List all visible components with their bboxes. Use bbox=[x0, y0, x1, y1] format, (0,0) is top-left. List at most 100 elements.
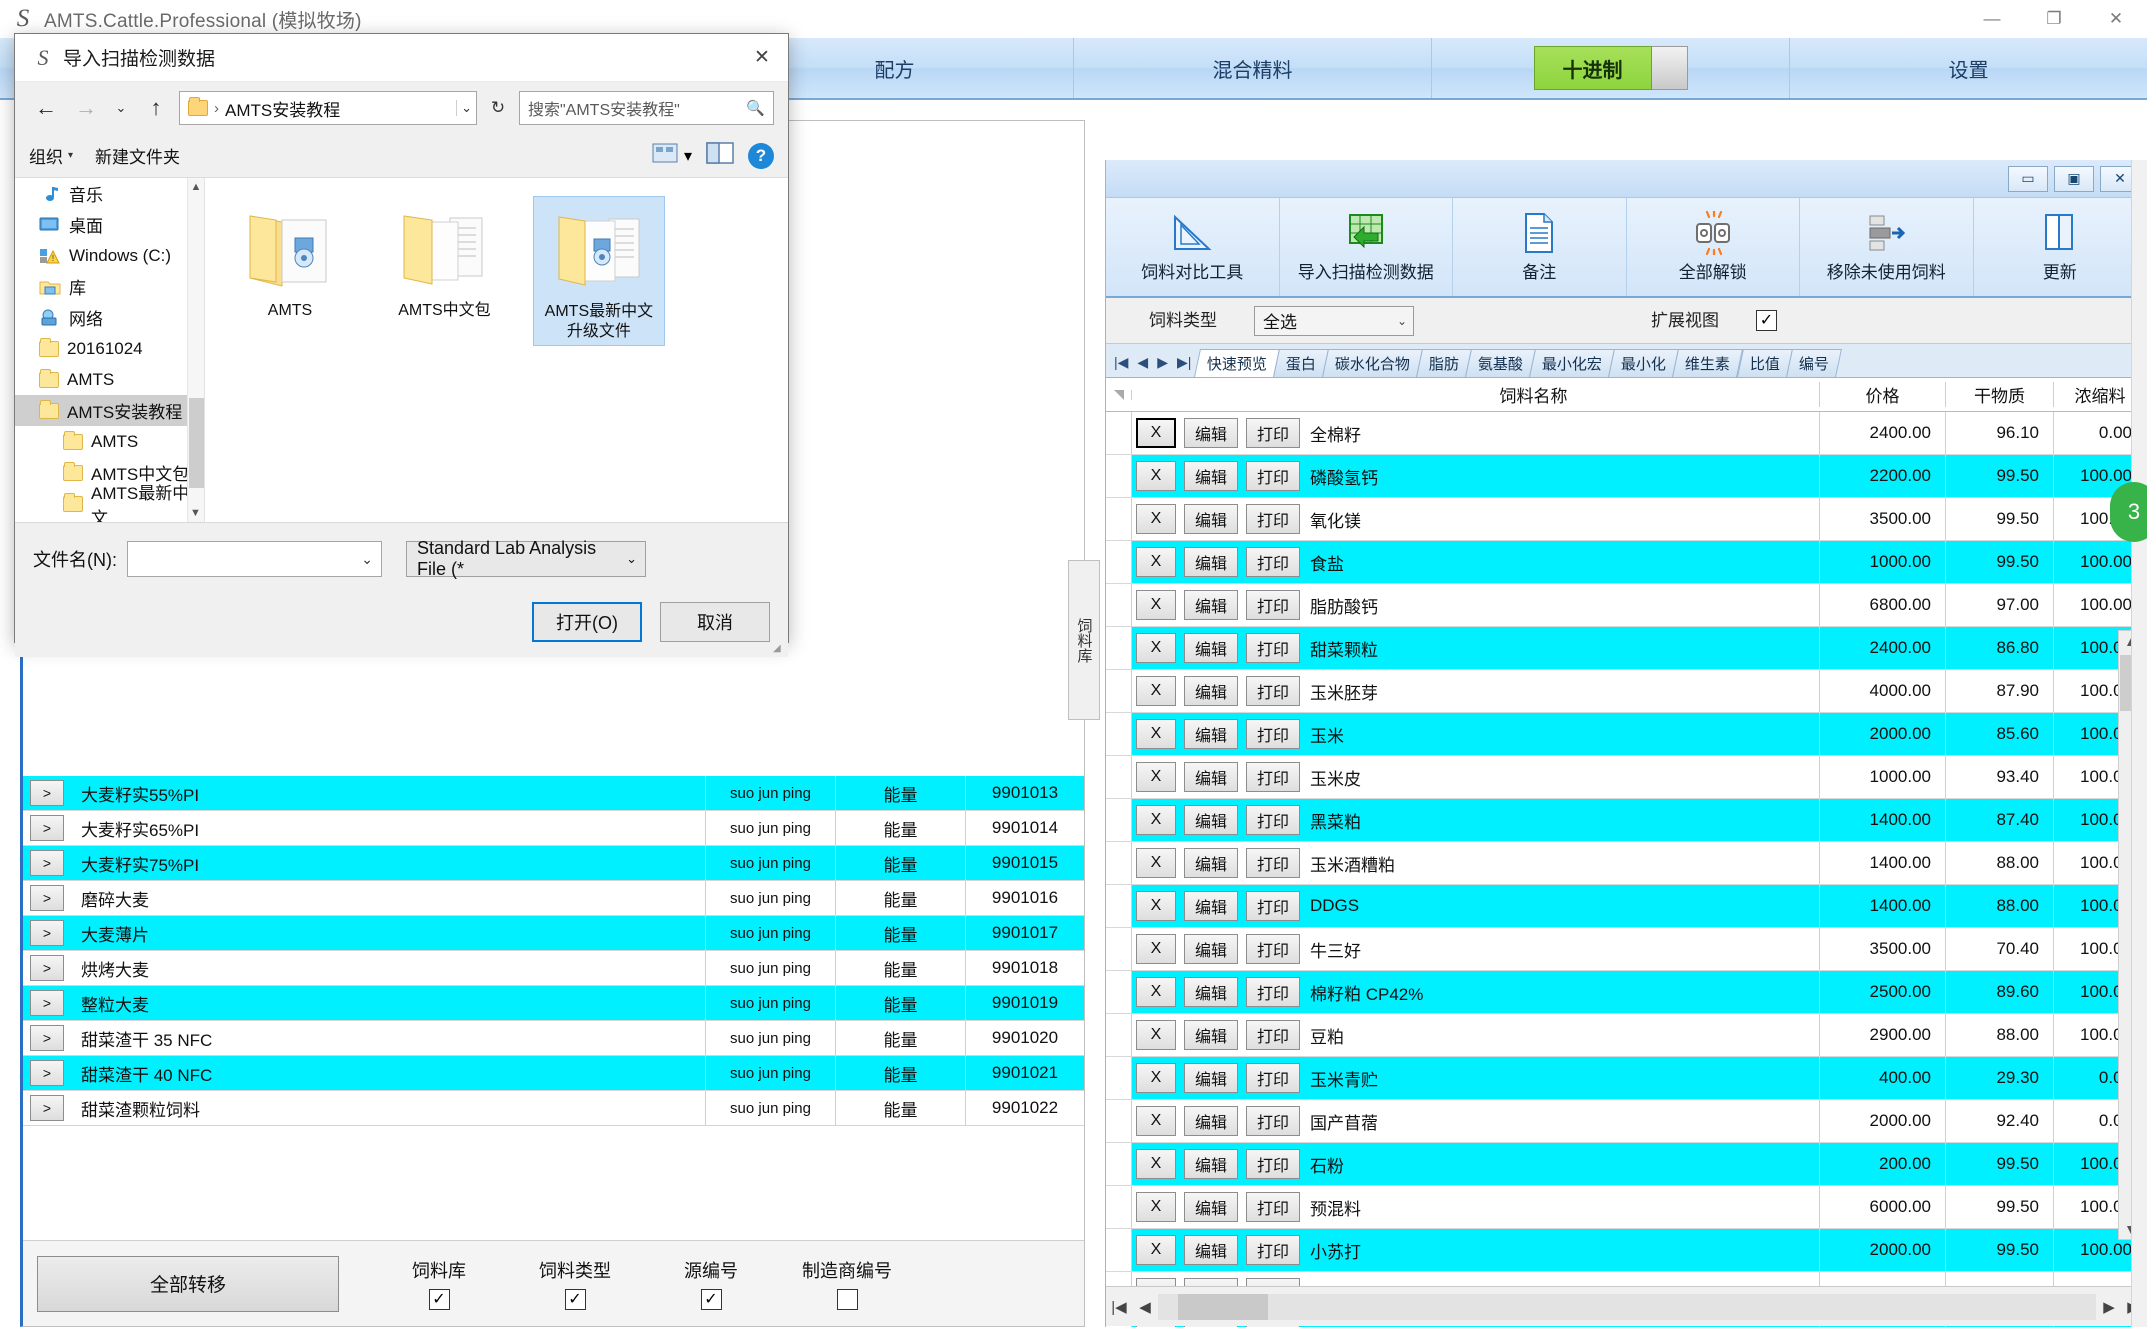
grid-tab-5[interactable]: 最小化宏 bbox=[1529, 349, 1616, 377]
chevron-down-icon[interactable]: ⌄ bbox=[361, 551, 373, 568]
delete-row-button[interactable]: X bbox=[1136, 719, 1176, 749]
scroll-first-icon[interactable]: |◀ bbox=[1106, 1298, 1132, 1316]
table-row[interactable]: X 编辑 打印 玉米皮 1000.00 93.40 100.00 bbox=[1106, 756, 2146, 799]
edit-row-button[interactable]: 编辑 bbox=[1184, 977, 1238, 1007]
delete-row-button[interactable]: X bbox=[1136, 1106, 1176, 1136]
print-row-button[interactable]: 打印 bbox=[1246, 1106, 1300, 1136]
grid-tab-3[interactable]: 脂肪 bbox=[1416, 349, 1473, 377]
help-icon[interactable]: ? bbox=[748, 142, 774, 169]
edit-row-button[interactable]: 编辑 bbox=[1184, 891, 1238, 921]
delete-row-button[interactable]: X bbox=[1136, 1020, 1176, 1050]
mdi-minimize-button[interactable]: ▭ bbox=[2008, 165, 2048, 192]
nav-next-icon[interactable]: ▶ bbox=[1157, 354, 1168, 371]
print-row-button[interactable]: 打印 bbox=[1246, 1192, 1300, 1222]
checkbox[interactable]: ✓ bbox=[428, 1289, 450, 1310]
list-item[interactable]: AMTS bbox=[224, 196, 356, 346]
expand-row-button[interactable]: > bbox=[30, 1095, 64, 1121]
feed-compare-tool-button[interactable]: 饲料对比工具 bbox=[1106, 198, 1280, 296]
tree-scrollbar-thumb[interactable] bbox=[189, 398, 204, 488]
edit-row-button[interactable]: 编辑 bbox=[1184, 848, 1238, 878]
expand-row-button[interactable]: > bbox=[30, 955, 64, 981]
close-button[interactable]: ✕ bbox=[2085, 0, 2147, 38]
delete-row-button[interactable]: X bbox=[1136, 1192, 1176, 1222]
forward-icon[interactable]: → bbox=[69, 91, 103, 125]
expand-row-button[interactable]: > bbox=[30, 1060, 64, 1086]
tree-item[interactable]: AMTS bbox=[15, 426, 204, 457]
table-row[interactable]: X 编辑 打印 预混料 6000.00 99.50 100.00 bbox=[1106, 1186, 2146, 1229]
delete-row-button[interactable]: X bbox=[1136, 633, 1176, 663]
checkbox[interactable]: ✓ bbox=[564, 1289, 586, 1310]
edit-row-button[interactable]: 编辑 bbox=[1184, 676, 1238, 706]
delete-row-button[interactable]: X bbox=[1136, 762, 1176, 792]
scroll-left-icon[interactable]: ◀ bbox=[1132, 1298, 1158, 1316]
expand-view-checkbox[interactable]: ✓ bbox=[1756, 310, 1777, 331]
expand-row-button[interactable]: > bbox=[30, 850, 64, 876]
print-row-button[interactable]: 打印 bbox=[1246, 1235, 1300, 1265]
dialog-close-button[interactable]: ✕ bbox=[736, 34, 788, 82]
ribbon-tab-decimal[interactable]: 十进制 bbox=[1432, 38, 1790, 98]
cancel-button[interactable]: 取消 bbox=[660, 602, 770, 642]
expand-row-button[interactable]: > bbox=[30, 990, 64, 1016]
list-item[interactable]: > 磨碎大麦 suo jun ping 能量 9901016 bbox=[23, 881, 1084, 916]
edit-row-button[interactable]: 编辑 bbox=[1184, 418, 1238, 448]
print-row-button[interactable]: 打印 bbox=[1246, 934, 1300, 964]
table-row[interactable]: X 编辑 打印 玉米胚芽 4000.00 87.90 100.00 bbox=[1106, 670, 2146, 713]
table-row[interactable]: X 编辑 打印 氧化镁 3500.00 99.50 100.00 bbox=[1106, 498, 2146, 541]
grid-tab-0[interactable]: 快速预览 bbox=[1194, 349, 1281, 377]
list-item[interactable]: > 烘烤大麦 suo jun ping 能量 9901018 bbox=[23, 951, 1084, 986]
delete-row-button[interactable]: X bbox=[1136, 977, 1176, 1007]
ribbon-tab-settings[interactable]: 设置 bbox=[1790, 38, 2147, 98]
chevron-down-icon[interactable]: ⌄ bbox=[456, 100, 472, 116]
grid-tab-2[interactable]: 碳水化合物 bbox=[1322, 349, 1424, 377]
print-row-button[interactable]: 打印 bbox=[1246, 1149, 1300, 1179]
tree-item[interactable]: 库 bbox=[15, 271, 204, 302]
edit-row-button[interactable]: 编辑 bbox=[1184, 1020, 1238, 1050]
grid-tab-1[interactable]: 蛋白 bbox=[1273, 349, 1330, 377]
grid-tab-7[interactable]: 维生素 bbox=[1672, 349, 1744, 377]
edit-row-button[interactable]: 编辑 bbox=[1184, 1063, 1238, 1093]
tree-item[interactable]: AMTS最新中文 bbox=[15, 484, 204, 522]
list-item[interactable]: > 大麦籽实55%PI suo jun ping 能量 9901013 bbox=[23, 776, 1084, 811]
scroll-down-icon[interactable]: ▼ bbox=[188, 504, 203, 522]
mdi-restore-button[interactable]: ▣ bbox=[2054, 165, 2094, 192]
nav-first-icon[interactable]: |◀ bbox=[1114, 354, 1128, 371]
transfer-all-button[interactable]: 全部转移 bbox=[37, 1255, 339, 1312]
expand-row-button[interactable]: > bbox=[30, 920, 64, 946]
grid-tab-6[interactable]: 最小化 bbox=[1608, 349, 1680, 377]
edit-row-button[interactable]: 编辑 bbox=[1184, 633, 1238, 663]
delete-row-button[interactable]: X bbox=[1136, 848, 1176, 878]
delete-row-button[interactable]: X bbox=[1136, 418, 1176, 448]
delete-row-button[interactable]: X bbox=[1136, 461, 1176, 491]
delete-row-button[interactable]: X bbox=[1136, 1149, 1176, 1179]
expand-row-button[interactable]: > bbox=[30, 885, 64, 911]
expand-row-button[interactable]: > bbox=[30, 780, 64, 806]
table-row[interactable]: X 编辑 打印 脂肪酸钙 6800.00 97.00 100.00 bbox=[1106, 584, 2146, 627]
table-row[interactable]: X 编辑 打印 豆粕 2900.00 88.00 100.00 bbox=[1106, 1014, 2146, 1057]
app-vertical-scrollbar[interactable] bbox=[2131, 160, 2147, 1327]
remove-unused-feed-button[interactable]: 移除未使用饲料 bbox=[1800, 198, 1974, 296]
table-row[interactable]: X 编辑 打印 玉米酒糟粕 1400.00 88.00 100.00 bbox=[1106, 842, 2146, 885]
table-row[interactable]: X 编辑 打印 DDGS 1400.00 88.00 100.00 bbox=[1106, 885, 2146, 928]
table-row[interactable]: X 编辑 打印 磷酸氢钙 2200.00 99.50 100.00 bbox=[1106, 455, 2146, 498]
tree-item[interactable]: AMTS bbox=[15, 364, 204, 395]
tree-item[interactable]: 桌面 bbox=[15, 209, 204, 240]
edit-row-button[interactable]: 编辑 bbox=[1184, 461, 1238, 491]
edit-row-button[interactable]: 编辑 bbox=[1184, 1235, 1238, 1265]
ribbon-tab-mixed-concentrate[interactable]: 混合精料 bbox=[1074, 38, 1432, 98]
address-bar[interactable]: › AMTS安装教程 ⌄ bbox=[179, 91, 477, 125]
refresh-icon[interactable]: ↻ bbox=[483, 91, 513, 125]
table-row[interactable]: X 编辑 打印 全棉籽 2400.00 96.10 0.00 bbox=[1106, 412, 2146, 455]
expand-row-button[interactable]: > bbox=[30, 815, 64, 841]
delete-row-button[interactable]: X bbox=[1136, 934, 1176, 964]
print-row-button[interactable]: 打印 bbox=[1246, 590, 1300, 620]
maximize-button[interactable]: ❐ bbox=[2023, 0, 2085, 38]
floating-help-widget[interactable]: 3 bbox=[2110, 482, 2147, 542]
search-input[interactable]: 搜索"AMTS安装教程" 🔍 bbox=[519, 91, 774, 125]
scroll-right-icon[interactable]: ▶ bbox=[2096, 1298, 2122, 1316]
print-row-button[interactable]: 打印 bbox=[1246, 848, 1300, 878]
grid-horizontal-scrollbar[interactable]: |◀ ◀ ▶ ▶| bbox=[1106, 1286, 2147, 1326]
hscroll-track[interactable] bbox=[1158, 1293, 2096, 1320]
checkbox[interactable] bbox=[836, 1289, 858, 1310]
tree-item[interactable]: AMTS安装教程 bbox=[15, 395, 204, 426]
list-item[interactable]: > 整粒大麦 suo jun ping 能量 9901019 bbox=[23, 986, 1084, 1021]
